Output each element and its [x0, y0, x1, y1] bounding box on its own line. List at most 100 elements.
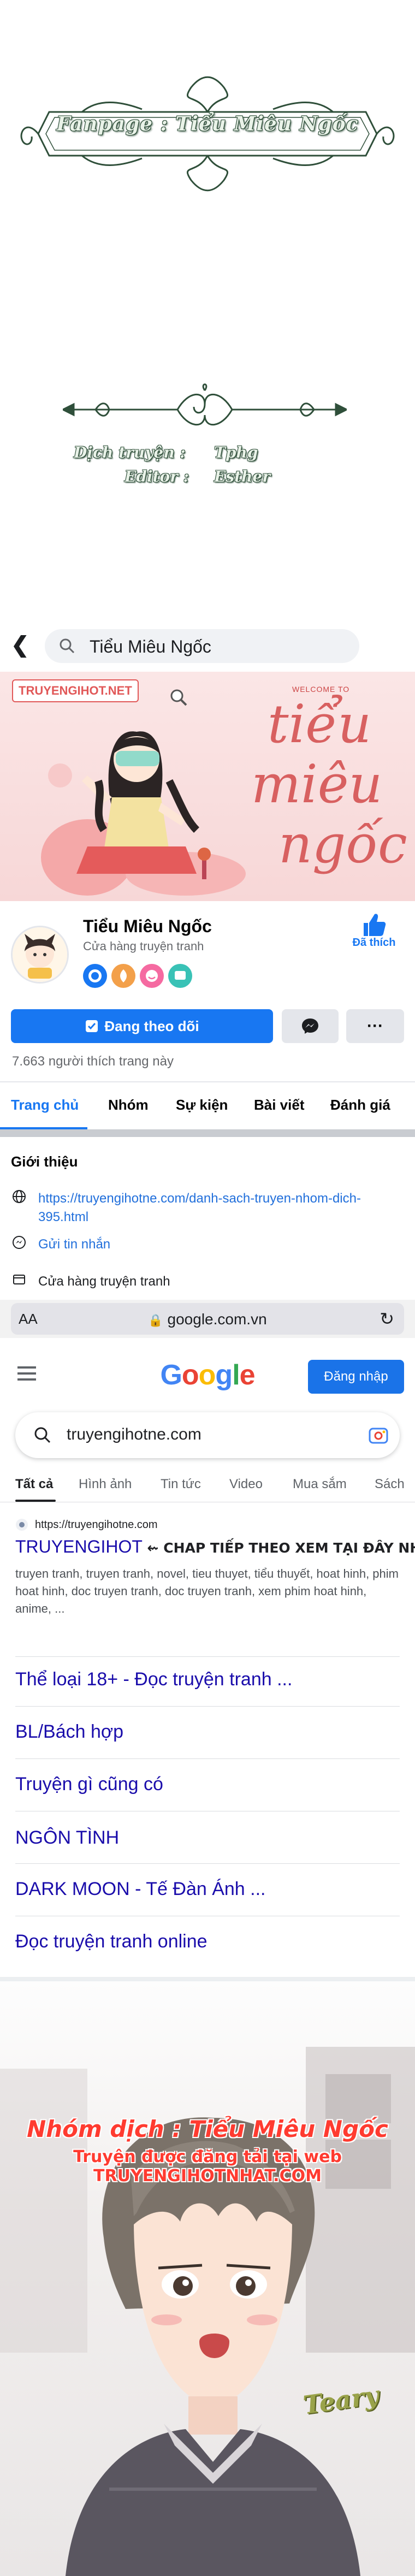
google-logo-letter: e — [239, 1359, 256, 1391]
likes-count: 7.663 người thích trang này — [12, 1054, 174, 1069]
search-icon — [34, 1427, 51, 1443]
website-link[interactable]: https://truyengihotne.com/danh-sach-truy… — [38, 1189, 393, 1227]
badge-chat-icon — [168, 964, 192, 988]
messenger-button[interactable] — [282, 1009, 339, 1043]
divider — [15, 1706, 400, 1707]
translator-label: Dịch truyện : — [74, 443, 186, 461]
reload-icon[interactable]: ↻ — [380, 1308, 394, 1329]
page-tabs: Trang chủ Nhóm Sự kiện Bài viết Đánh giá — [0, 1082, 415, 1129]
badge-fire-icon — [111, 964, 135, 988]
badge-smile-icon — [140, 964, 164, 988]
facebook-page: ❮ Tiểu Miêu Ngốc TRUYENGIHOT.NET WELCOME… — [0, 623, 415, 1300]
browser-bar: AA 🔒 google.com.vn ↻ — [0, 1300, 415, 1338]
divider — [15, 1863, 400, 1864]
google-logo-letter: l — [232, 1359, 240, 1391]
shop-category: Cửa hàng truyện tranh — [38, 1274, 170, 1289]
follow-label: Đang theo dõi — [104, 1017, 199, 1034]
thumbs-up-icon[interactable] — [360, 912, 387, 940]
result-title-extra: ⇜ CHAP TIẾP THEO XEM TẠI ĐÂY NHA — [142, 1540, 415, 1556]
active-tab-indicator — [15, 1500, 56, 1502]
ornament-divider — [63, 383, 347, 425]
tab-home[interactable]: Trang chủ — [11, 1097, 79, 1114]
intro-link-row[interactable]: https://truyengihotne.com/danh-sach-truy… — [11, 1189, 393, 1227]
manga-panel: Nhóm dịch : Tiểu Miêu Ngốc Truyện được đ… — [0, 1981, 415, 2576]
tab-reviews[interactable]: Đánh giá — [330, 1097, 390, 1114]
result-title[interactable]: TRUYENGIHOT ⇜ CHAP TIẾP THEO XEM TẠI ĐÂY… — [15, 1537, 415, 1557]
tab-events[interactable]: Sự kiện — [176, 1097, 228, 1114]
sitelink-1[interactable]: Thể loại 18+ - Đọc truyện tranh ... — [15, 1669, 292, 1690]
fanpage-credit: Fanpage : Tiểu Miêu Ngốc — [56, 112, 359, 135]
search-icon — [60, 638, 75, 654]
sitelink-4[interactable]: NGÔN TÌNH — [15, 1827, 119, 1849]
follow-button[interactable]: Đang theo dõi — [11, 1009, 273, 1043]
section-gap — [0, 1129, 415, 1137]
result-url: https://truyengihotne.com — [35, 1518, 158, 1531]
sitelink-6[interactable]: Đọc truyện tranh online — [15, 1931, 208, 1952]
page-category: Cửa hàng truyện tranh — [83, 939, 204, 953]
section-gap — [0, 1977, 415, 1981]
check-icon — [86, 1020, 98, 1032]
translator-name: Tphg — [214, 443, 258, 461]
intro-title: Giới thiệu — [11, 1153, 78, 1170]
google-tabs: Tất cả Hình ảnh Tin tức Video Mua sắm Sá… — [0, 1469, 415, 1502]
tab-books[interactable]: Sách — [375, 1477, 405, 1492]
address-bar[interactable]: AA 🔒 google.com.vn ↻ — [11, 1303, 404, 1335]
google-logo-letter: o — [181, 1359, 199, 1391]
login-button[interactable]: Đăng nhập — [308, 1360, 404, 1394]
search-bar[interactable]: Tiểu Miêu Ngốc — [45, 629, 359, 663]
google-logo-letter: g — [215, 1359, 233, 1391]
tab-posts[interactable]: Bài viết — [254, 1097, 305, 1114]
sitelink-5[interactable]: DARK MOON - Tế Đàn Ánh ... — [15, 1879, 266, 1900]
google-logo-letter: o — [198, 1359, 216, 1391]
liked-label[interactable]: Đã thích — [347, 937, 401, 949]
google-search-box[interactable]: truyengihotne.com — [15, 1412, 400, 1458]
tab-all[interactable]: Tất cả — [15, 1477, 53, 1492]
sitelink-3[interactable]: Truyện gì cũng có — [15, 1774, 163, 1795]
manga-boy-illustration — [0, 2047, 415, 2576]
cover-script-3: ngốc — [278, 814, 407, 875]
google-results: Google Đăng nhập truyengihotne.com Tất c… — [0, 1338, 415, 1980]
page-name[interactable]: Tiểu Miêu Ngốc — [83, 916, 212, 937]
cover-script-2: miêu — [251, 754, 383, 815]
messenger-icon — [302, 1018, 318, 1034]
google-logo-letter: G — [160, 1359, 182, 1391]
editor-name: Esther — [214, 467, 270, 485]
intro-message-row[interactable]: Gửi tin nhắn — [11, 1235, 393, 1254]
send-message-link[interactable]: Gửi tin nhắn — [38, 1235, 110, 1254]
result-snippet: truyen tranh, truyen tranh, novel, tieu … — [15, 1567, 399, 1615]
globe-icon — [11, 1189, 27, 1207]
divider — [15, 1758, 400, 1759]
credit-header: Fanpage : Tiểu Miêu Ngốc Dịch truyện : T… — [0, 0, 415, 623]
tab-shopping[interactable]: Mua sắm — [293, 1477, 347, 1492]
messenger-small-icon — [11, 1235, 27, 1253]
cover-welcome: WELCOME TO — [292, 685, 350, 694]
intro-shop-row: Cửa hàng truyện tranh — [11, 1272, 393, 1291]
editor-label: Editor : — [124, 467, 189, 485]
cover-script-1: tiểu — [268, 694, 372, 755]
translation-team: Nhóm dịch : Tiểu Miêu Ngốc — [27, 2116, 388, 2142]
search-query[interactable]: truyengihotne.com — [67, 1425, 201, 1444]
result-title-main: TRUYENGIHOT — [15, 1537, 143, 1556]
site-favicon-icon — [16, 1519, 28, 1531]
tab-news[interactable]: Tin tức — [161, 1477, 201, 1492]
result-site[interactable]: https://truyengihotne.com — [15, 1518, 158, 1531]
search-text: Tiểu Miêu Ngốc — [90, 637, 211, 656]
tab-video[interactable]: Video — [229, 1477, 263, 1492]
url-value: google.com.vn — [167, 1311, 267, 1328]
cover-girl-illustration — [41, 731, 246, 896]
shop-icon — [11, 1272, 27, 1290]
tab-images[interactable]: Hình ảnh — [79, 1477, 132, 1492]
divider — [15, 1656, 400, 1657]
posted-at: Truyện được đăng tải tại web TRUYENGIHOT… — [73, 2147, 342, 2186]
lock-icon: 🔒 — [148, 1313, 163, 1327]
avatar-illustration — [13, 927, 67, 982]
sitelink-2[interactable]: BL/Bách hợp — [15, 1721, 123, 1743]
tab-groups[interactable]: Nhóm — [108, 1097, 149, 1114]
page-avatar[interactable] — [11, 926, 69, 984]
lens-icon[interactable] — [368, 1425, 389, 1445]
url-text: 🔒 google.com.vn — [11, 1311, 404, 1328]
badge-world-icon — [83, 964, 107, 988]
cover-photo: TRUYENGIHOT.NET WELCOME TO tiểu miêu ngố… — [0, 672, 415, 901]
more-options-button[interactable]: ··· — [346, 1009, 404, 1043]
back-arrow-icon[interactable]: ❮ — [11, 632, 29, 658]
